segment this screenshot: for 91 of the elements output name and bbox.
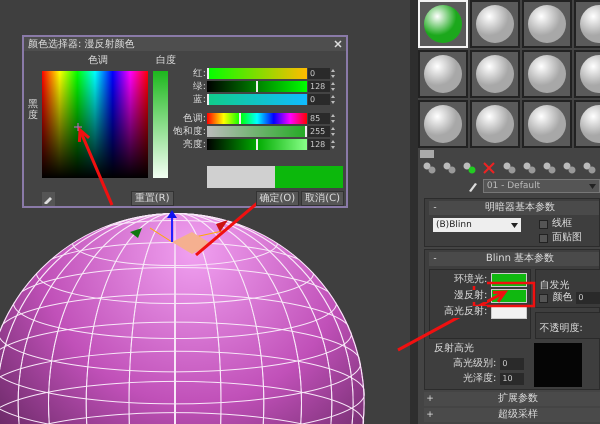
value-field[interactable]: 128	[308, 138, 330, 150]
dropdown-caret-icon[interactable]	[511, 222, 518, 228]
slider-label: 饱和度:	[172, 124, 206, 138]
material-slot[interactable]	[522, 100, 572, 148]
option-label: 面贴图	[552, 232, 582, 244]
value-field[interactable]: 0	[500, 358, 524, 370]
material-slot[interactable]	[522, 50, 572, 98]
spinner-icon[interactable]	[330, 68, 336, 78]
color-slider[interactable]	[207, 126, 307, 136]
color-label: 高光反射:	[444, 306, 488, 318]
material-name-field[interactable]: 01 - Default	[482, 179, 600, 193]
spinner-icon[interactable]	[330, 138, 336, 150]
field-label: 光泽度:	[463, 373, 496, 385]
cancel-button[interactable]: 取消(C)	[301, 191, 344, 206]
spinner-icon[interactable]	[330, 80, 336, 92]
highlight-frame	[472, 282, 536, 308]
checkbox[interactable]	[539, 234, 548, 242]
tool-icon[interactable]	[462, 160, 476, 174]
tool-icon[interactable]	[442, 160, 456, 174]
material-slot[interactable]	[522, 0, 572, 48]
sphere-icon	[475, 4, 515, 44]
eyedropper-icon[interactable]	[468, 180, 477, 192]
material-slot[interactable]	[470, 100, 520, 148]
value-field[interactable]: 10	[500, 373, 524, 385]
option-label: 颜色	[552, 292, 572, 304]
material-slot[interactable]	[470, 50, 520, 98]
value-field[interactable]: 85	[308, 112, 330, 124]
value-field[interactable]: 0	[308, 68, 330, 78]
sphere-icon	[423, 54, 463, 94]
hue-label: 色调	[88, 55, 108, 68]
sphere-icon	[475, 54, 515, 94]
rollout-header[interactable]: + 扩展参数	[424, 392, 600, 406]
group-title: 反射高光	[433, 343, 475, 355]
ok-button[interactable]: 确定(O)	[256, 191, 300, 206]
slider-thumb[interactable]	[239, 112, 242, 124]
spinner-icon[interactable]	[330, 112, 336, 124]
rollout-header[interactable]: - 明暗器基本参数	[429, 201, 599, 215]
color-label: 漫反射:	[454, 290, 488, 302]
rollout-header[interactable]: - Blinn 基本参数	[429, 252, 599, 266]
option-label: 线框	[552, 218, 572, 230]
dialog-title: 颜色选择器: 漫反射颜色	[28, 38, 135, 51]
highlight-curve-preview	[534, 343, 582, 387]
value-field[interactable]: 128	[308, 80, 330, 92]
sphere-icon	[527, 104, 567, 144]
tool-icon[interactable]	[562, 160, 576, 174]
checkbox[interactable]	[539, 220, 548, 228]
tool-icon[interactable]	[542, 160, 556, 174]
whiteness-label: 白度	[156, 55, 176, 68]
tool-icon[interactable]	[522, 160, 536, 174]
spinner-icon[interactable]	[330, 94, 336, 104]
value-field[interactable]: 0	[308, 94, 330, 104]
color-slider[interactable]	[207, 68, 307, 78]
spinner-icon[interactable]	[330, 126, 336, 136]
rollout-header[interactable]: + 超级采样	[424, 408, 600, 422]
tool-icon[interactable]	[422, 160, 436, 174]
value-field[interactable]: 0	[576, 292, 600, 304]
tool-icon[interactable]	[502, 160, 516, 174]
reset-button[interactable]: 重置(R)	[130, 191, 174, 206]
tool-icon[interactable]	[582, 160, 596, 174]
color-slider[interactable]	[207, 112, 307, 124]
checkbox[interactable]	[539, 294, 548, 302]
slider-label: 蓝:	[192, 92, 206, 106]
color-slider[interactable]	[207, 94, 307, 104]
sphere-icon	[475, 104, 515, 144]
sphere-icon	[527, 4, 567, 44]
material-slot[interactable]	[418, 50, 468, 98]
hue-gradient[interactable]	[42, 71, 148, 178]
shader-dropdown[interactable]: (B)Blinn	[433, 218, 521, 232]
color-slider[interactable]	[207, 138, 307, 150]
material-slot[interactable]	[470, 0, 520, 48]
group-title: 自发光	[539, 280, 570, 291]
old-color-swatch	[207, 166, 275, 188]
material-slot[interactable]	[418, 100, 468, 148]
slider-label: 绿:	[192, 80, 206, 92]
sphere-icon	[423, 4, 463, 44]
slider-label: 亮度:	[182, 138, 206, 150]
field-label: 高光级别:	[453, 358, 496, 370]
slider-label: 色调:	[182, 112, 206, 124]
scroll-thumb[interactable]	[420, 150, 434, 158]
value-field[interactable]: 255	[308, 126, 330, 136]
crosshair-icon	[74, 123, 82, 131]
blackness-label: 黑度	[28, 99, 38, 121]
color-slider[interactable]	[207, 80, 307, 92]
opacity-label: 不透明度:	[539, 323, 583, 334]
new-color-swatch	[275, 166, 343, 188]
close-icon[interactable]	[334, 40, 342, 48]
sphere-icon	[423, 104, 463, 144]
color-label: 环境光:	[454, 274, 488, 286]
sphere-icon	[527, 54, 567, 94]
eyedropper-button[interactable]	[42, 192, 55, 206]
slider-label: 红:	[192, 66, 206, 80]
